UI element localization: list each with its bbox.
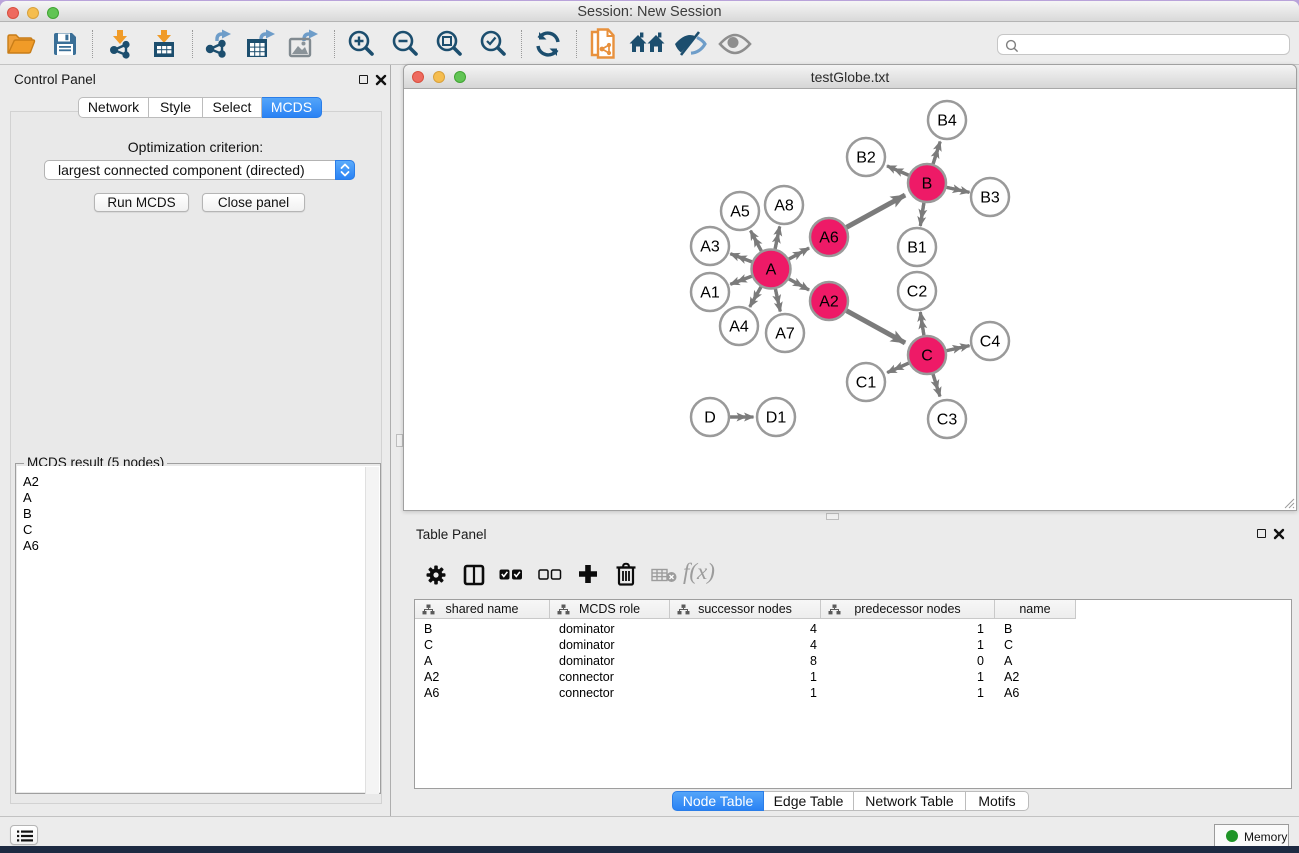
svg-text:A4: A4 xyxy=(729,319,749,336)
svg-text:C1: C1 xyxy=(856,375,877,392)
svg-text:C3: C3 xyxy=(937,412,958,429)
svg-text:A6: A6 xyxy=(819,230,839,247)
svg-text:B4: B4 xyxy=(937,113,957,130)
svg-text:C2: C2 xyxy=(907,284,928,301)
svg-text:B1: B1 xyxy=(907,240,927,257)
svg-text:C: C xyxy=(921,348,933,365)
svg-text:D1: D1 xyxy=(766,410,787,427)
svg-text:C4: C4 xyxy=(980,334,1001,351)
svg-text:A3: A3 xyxy=(700,239,720,256)
svg-text:A: A xyxy=(766,262,777,279)
svg-text:B3: B3 xyxy=(980,190,1000,207)
svg-text:A1: A1 xyxy=(700,285,720,302)
svg-text:B: B xyxy=(922,176,933,193)
svg-text:A8: A8 xyxy=(774,198,794,215)
svg-text:D: D xyxy=(704,410,716,427)
svg-text:A7: A7 xyxy=(775,326,795,343)
svg-text:B2: B2 xyxy=(856,150,876,167)
svg-text:A2: A2 xyxy=(819,294,839,311)
svg-text:A5: A5 xyxy=(730,204,750,221)
